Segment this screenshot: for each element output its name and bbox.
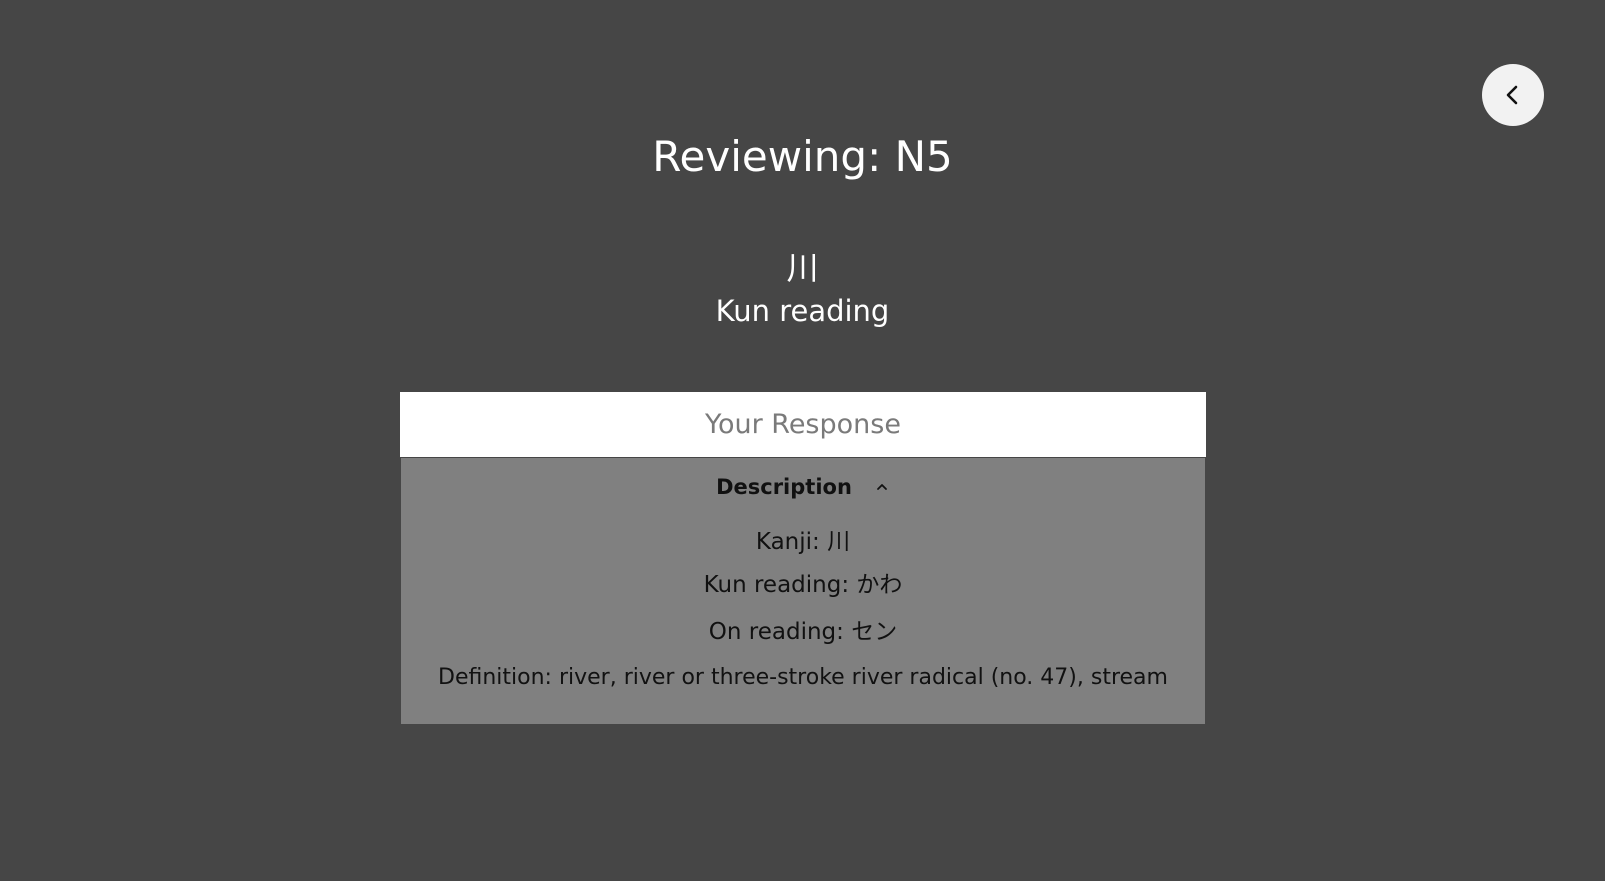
chevron-left-icon bbox=[1501, 83, 1525, 107]
review-screen: Reviewing: N5 川 Kun reading Description … bbox=[0, 0, 1605, 881]
kanji-character: 川 bbox=[786, 249, 819, 287]
prompt-label: Kun reading bbox=[715, 294, 890, 328]
description-panel: Description Kanji: 川 Kun reading: かわ On … bbox=[401, 458, 1205, 724]
page-title: Reviewing: N5 bbox=[652, 132, 953, 181]
description-kun-reading: Kun reading: かわ bbox=[703, 572, 903, 598]
back-button[interactable] bbox=[1482, 64, 1544, 126]
caret-up-icon bbox=[874, 479, 890, 495]
response-input[interactable] bbox=[400, 392, 1206, 457]
description-kanji: Kanji: 川 bbox=[755, 529, 851, 555]
description-toggle[interactable]: Description bbox=[401, 472, 1205, 502]
description-title: Description bbox=[716, 475, 852, 499]
description-on-reading: On reading: セン bbox=[708, 619, 898, 645]
description-definition: Definition: river, river or three-stroke… bbox=[438, 665, 1168, 690]
